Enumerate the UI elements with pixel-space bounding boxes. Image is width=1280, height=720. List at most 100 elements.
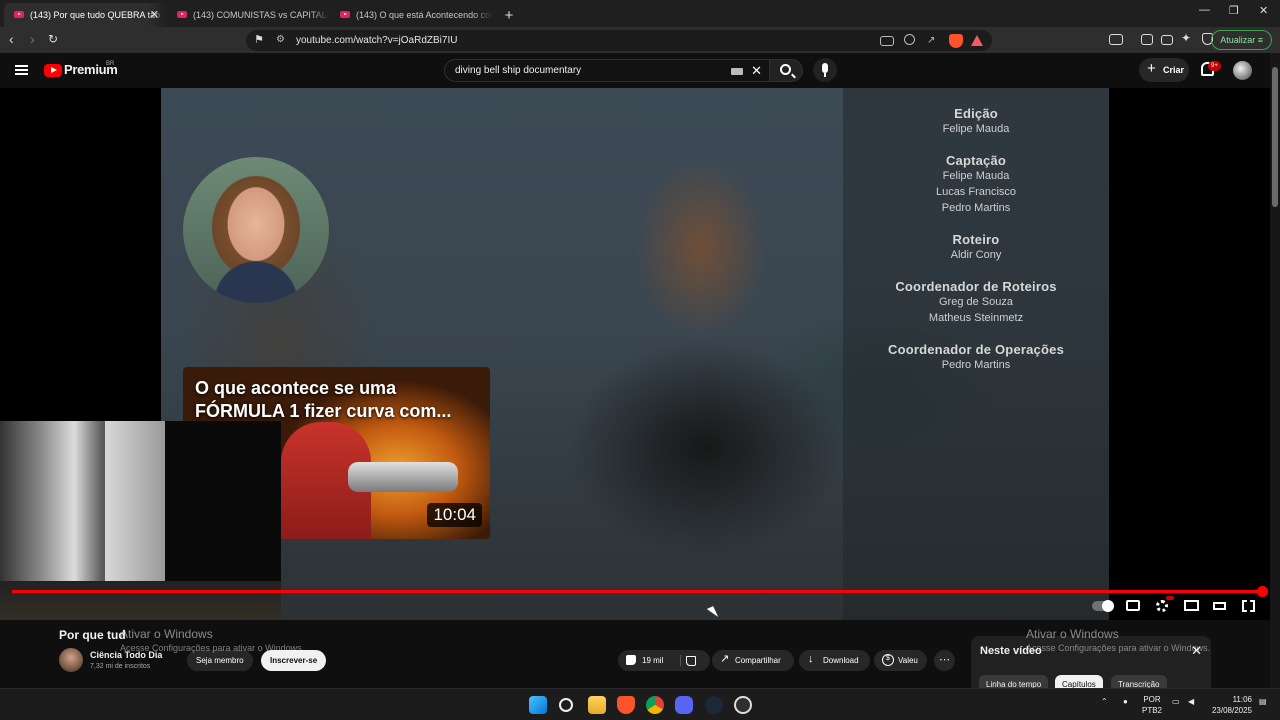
search-input[interactable]: diving bell ship documentary ✕ (444, 59, 769, 82)
update-label: Atualizar (1220, 35, 1256, 45)
new-tab-button[interactable]: + (497, 3, 521, 27)
endcard-title: O que acontece se uma FÓRMULA 1 fizer cu… (195, 378, 452, 421)
keyboard-icon[interactable] (731, 68, 743, 75)
like-count[interactable]: 19 mil (642, 650, 663, 671)
share-button[interactable]: Compartilhar (712, 649, 794, 671)
like-icon[interactable] (626, 655, 636, 665)
obs-icon[interactable] (734, 696, 752, 714)
zoom-icon[interactable] (904, 34, 915, 45)
theater-mode-icon[interactable] (1213, 602, 1226, 610)
endscreen-creator-avatar[interactable] (183, 157, 329, 303)
voice-search-icon[interactable] (813, 58, 837, 82)
steam-icon[interactable] (705, 696, 723, 714)
progress-scrubber[interactable] (1257, 586, 1268, 597)
clock-time: 11:06 (1232, 695, 1252, 704)
browser-toolbar: ‹ › ↻ ⚑ ⚙ youtube.com/watch?v=jOaRdZBi7I… (0, 27, 1280, 53)
credit-role: Coordenador de Roteiros (895, 279, 1057, 294)
browser-tab-1[interactable]: (143) Por que tudo QUEBRA tão ✕ (4, 3, 167, 27)
endcard-duration: 10:04 (427, 503, 482, 527)
page-scrollbar[interactable] (1270, 53, 1280, 688)
progress-bar[interactable] (12, 586, 1268, 597)
more-actions-button[interactable]: ⋯ (934, 650, 955, 671)
scrollbar-thumb[interactable] (1272, 67, 1278, 207)
video-title: Por que tud (59, 628, 126, 642)
network-icon[interactable]: ▭ (1172, 697, 1180, 706)
site-settings-icon[interactable]: ⚙ (276, 34, 285, 45)
settings-gear-icon[interactable] (1156, 600, 1168, 612)
like-dislike-group: 19 mil (618, 650, 710, 671)
webcam-floor (0, 581, 281, 620)
browser-tab-2[interactable]: (143) COMUNISTAS vs CAPITALISTAS (167, 3, 330, 27)
windows-start-icon[interactable] (529, 696, 547, 714)
restore-icon[interactable]: ❐ (1229, 4, 1239, 17)
create-button[interactable]: Criar (1139, 57, 1189, 82)
forward-icon[interactable]: › (30, 32, 35, 46)
join-button[interactable]: Seja membro (187, 650, 253, 671)
credit-name: Aldir Cony (950, 249, 1002, 261)
clock-date: 23/08/2025 (1211, 706, 1252, 715)
menu-icon[interactable] (15, 65, 28, 75)
discord-icon[interactable] (675, 696, 693, 714)
credit-name: Matheus Steinmetz (928, 312, 1024, 324)
miniplayer-icon[interactable] (1184, 600, 1199, 611)
taskbar-search-icon[interactable] (559, 698, 573, 712)
video-frame[interactable]: Edição Felipe Mauda Captação Felipe Mauda Lu… (161, 88, 1109, 620)
youtube-logo-icon[interactable] (44, 64, 62, 77)
brave-rewards-icon[interactable] (971, 35, 983, 46)
sidebar-icon[interactable] (1141, 34, 1153, 45)
file-explorer-icon[interactable] (588, 696, 606, 714)
youtube-masthead: Premium BR diving bell ship documentary … (0, 53, 1270, 88)
notification-center-icon[interactable]: ▤ (1259, 697, 1267, 706)
chrome-icon[interactable] (646, 696, 664, 714)
download-button[interactable]: Download (799, 649, 870, 671)
country-code: BR (106, 61, 115, 67)
share-page-icon[interactable]: ↗ (927, 34, 941, 48)
account-avatar[interactable] (1233, 61, 1252, 80)
credit-block: Edição Felipe Mauda (843, 106, 1109, 137)
minimize-icon[interactable]: — (1199, 4, 1210, 16)
microphone-tray-icon[interactable]: ● (1123, 697, 1128, 706)
volume-icon[interactable]: ◀ (1188, 697, 1194, 706)
windows-activation-title-right: Ativar o Windows (1026, 627, 1119, 641)
youtube-favicon-icon (14, 11, 24, 18)
tray-overflow-icon[interactable]: ⌃ (1101, 697, 1108, 706)
search-button[interactable] (769, 59, 803, 82)
subscriber-count: 7,32 mi de inscritos (90, 663, 151, 670)
leo-ai-icon[interactable]: ✦ (1181, 31, 1195, 45)
fullscreen-icon[interactable] (1242, 600, 1255, 612)
brave-shields-icon[interactable] (949, 34, 963, 48)
reload-icon[interactable]: ↻ (48, 32, 58, 46)
brave-browser-icon[interactable] (617, 696, 635, 714)
browser-tab-3[interactable]: (143) O que está Acontecendo com o (330, 3, 493, 27)
video-details: Por que tud Ciência Todo Dia 7,32 mi de … (0, 620, 1270, 695)
screen: (143) Por que tudo QUEBRA tão ✕ (143) CO… (0, 0, 1280, 720)
wallet-icon[interactable] (1161, 35, 1173, 45)
back-icon[interactable]: ‹ (9, 32, 14, 46)
taskbar-clock[interactable]: 11:06 23/08/2025 (1208, 694, 1252, 716)
dislike-icon[interactable] (686, 656, 696, 666)
clear-search-icon[interactable]: ✕ (751, 63, 762, 79)
bookmark-icon[interactable]: ⚑ (254, 33, 264, 46)
cast-icon[interactable] (880, 36, 894, 46)
like-divider (680, 655, 681, 666)
url-text[interactable]: youtube.com/watch?v=jOaRdZBi7IU (296, 35, 457, 46)
subscribe-button[interactable]: Inscrever-se (261, 650, 327, 671)
search-query[interactable]: diving bell ship documentary (455, 65, 581, 76)
credit-block: Coordenador de Operações Pedro Martins (843, 342, 1109, 373)
input-language[interactable]: POR PTB2 (1142, 694, 1162, 716)
channel-avatar[interactable] (59, 648, 83, 672)
address-bar[interactable]: ⚑ ⚙ youtube.com/watch?v=jOaRdZBi7IU ↗ (246, 30, 992, 51)
video-player[interactable]: Edição Felipe Mauda Captação Felipe Mauda Lu… (0, 88, 1270, 620)
notifications-badge: 9+ (1208, 61, 1221, 71)
reader-mode-icon[interactable] (1109, 34, 1123, 45)
autoplay-toggle[interactable] (1092, 600, 1114, 612)
update-browser-button[interactable]: Atualizar ≡ (1211, 30, 1272, 50)
close-window-icon[interactable]: ✕ (1259, 4, 1268, 17)
credit-name: Felipe Mauda (942, 170, 1010, 182)
credits-list: Edição Felipe Mauda Captação Felipe Mauda Lu… (843, 106, 1109, 389)
thanks-button[interactable]: Valeu (874, 650, 927, 671)
subtitles-icon[interactable] (1126, 600, 1140, 611)
windows-activation-subtitle-right: Acesse Configurações para ativar o Windo… (1026, 643, 1211, 653)
tab-close-icon[interactable]: ✕ (150, 8, 159, 21)
progress-played (12, 590, 1262, 593)
